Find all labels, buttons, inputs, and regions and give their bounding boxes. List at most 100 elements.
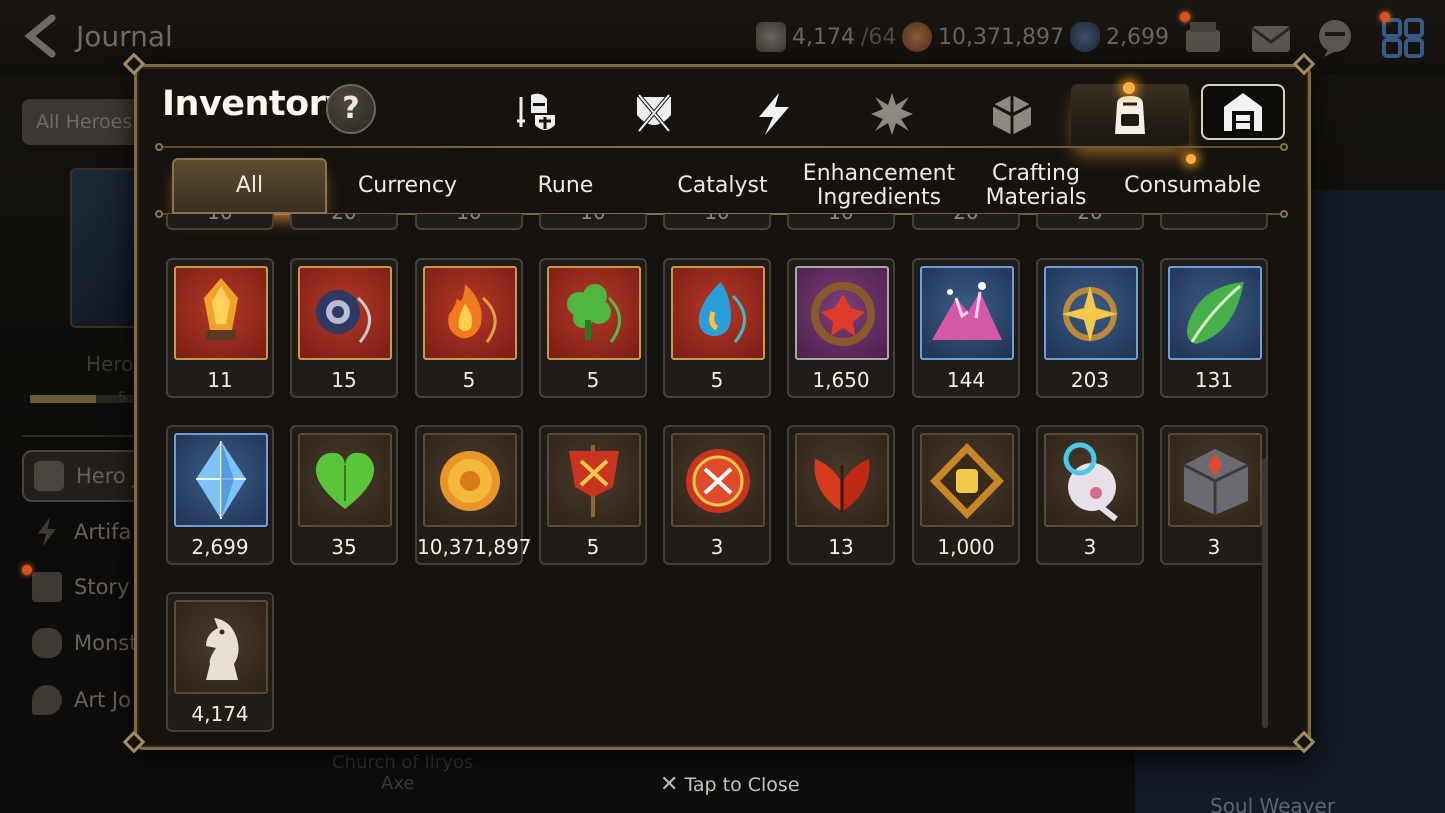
page-title: Journal bbox=[76, 20, 173, 53]
shop-notification-dot bbox=[1180, 12, 1190, 22]
red-flower-charm-icon bbox=[795, 266, 889, 360]
tab-storage[interactable] bbox=[1201, 84, 1285, 140]
subtab-all[interactable]: All bbox=[172, 158, 327, 214]
robot-pet-icon bbox=[1044, 433, 1138, 527]
item-slot[interactable]: 35 bbox=[290, 425, 398, 565]
partial-item-slot[interactable]: 10 bbox=[539, 214, 647, 230]
subtab-rune[interactable]: Rune bbox=[488, 158, 643, 214]
item-slot[interactable]: 13 bbox=[787, 425, 895, 565]
partial-item-slot[interactable] bbox=[1160, 214, 1268, 230]
item-count: 20 bbox=[292, 214, 396, 224]
chat-icon[interactable] bbox=[1314, 18, 1356, 58]
tab-materials[interactable] bbox=[970, 86, 1054, 142]
nav-art-journal[interactable]: Art Jo bbox=[22, 674, 152, 726]
church-caption: Church of Ilryos bbox=[332, 752, 474, 773]
consumable-tab-glow bbox=[1186, 154, 1196, 164]
top-bar bbox=[0, 0, 1445, 74]
item-slot[interactable]: 131 bbox=[1160, 258, 1268, 398]
menu-notification-dot bbox=[1380, 12, 1390, 22]
item-slot[interactable]: 3 bbox=[663, 425, 771, 565]
gold-currency: 10,371,897 bbox=[902, 22, 1064, 52]
horse-token-icon bbox=[756, 22, 786, 52]
item-count: 203 bbox=[1070, 368, 1110, 392]
crystal-icon bbox=[1070, 22, 1100, 52]
crate-icon bbox=[992, 95, 1032, 135]
knight-helmet-icon bbox=[517, 93, 555, 130]
partial-item-slot[interactable]: 10 bbox=[663, 214, 771, 230]
hero-label: Hero bbox=[86, 352, 134, 376]
item-count: 20 bbox=[1038, 214, 1142, 224]
item-slot[interactable]: 5 bbox=[415, 258, 523, 398]
item-count: 5 bbox=[586, 535, 600, 559]
rule-ornament bbox=[1280, 210, 1288, 218]
lightning-icon bbox=[759, 93, 789, 135]
tap-to-close-button[interactable]: ✕ Tap to Close bbox=[660, 772, 800, 797]
partial-item-slot[interactable]: 20 bbox=[290, 214, 398, 230]
shop-icon[interactable] bbox=[1182, 18, 1224, 58]
item-slot[interactable]: 3 bbox=[1160, 425, 1268, 565]
tab-artifacts[interactable] bbox=[732, 86, 816, 142]
war-banner-icon bbox=[547, 433, 641, 527]
subtab-enhancement-ingredients[interactable]: Enhancement Ingredients bbox=[800, 158, 958, 214]
item-slot[interactable]: 5 bbox=[539, 258, 647, 398]
inventory-scrollbar[interactable] bbox=[1262, 458, 1268, 728]
nav-hero-journal[interactable]: Hero J bbox=[22, 450, 152, 502]
partial-item-slot[interactable]: 20 bbox=[1036, 214, 1144, 230]
help-button[interactable]: ? bbox=[326, 84, 376, 134]
item-slot[interactable]: 4,174 bbox=[166, 592, 274, 732]
stone-chest-icon bbox=[1168, 433, 1262, 527]
item-count: 144 bbox=[946, 368, 986, 392]
nav-monster[interactable]: Monst bbox=[22, 617, 152, 669]
item-count: 10,371,897 bbox=[417, 535, 532, 559]
partial-item-slot[interactable]: 20 bbox=[912, 214, 1020, 230]
item-slot[interactable]: 15 bbox=[290, 258, 398, 398]
item-count: 3 bbox=[710, 535, 724, 559]
item-count: 35 bbox=[331, 535, 357, 559]
partial-item-slot[interactable]: 10 bbox=[415, 214, 523, 230]
subtab-crafting-materials[interactable]: Crafting Materials bbox=[960, 158, 1112, 214]
horse-token-icon bbox=[174, 600, 268, 694]
item-slot[interactable]: 3 bbox=[1036, 425, 1144, 565]
gold-coin-icon bbox=[902, 22, 932, 52]
tab-specialty[interactable] bbox=[850, 86, 934, 142]
horse-token-currency: 4,174/64 bbox=[756, 22, 896, 52]
blue-crystal-icon bbox=[174, 433, 268, 527]
soul-weaver-caption: Soul Weaver bbox=[1210, 794, 1336, 813]
hero-progress-value: 5 bbox=[118, 390, 127, 406]
item-count: 5 bbox=[710, 368, 724, 392]
all-heroes-filter[interactable]: All Heroes bbox=[22, 99, 152, 145]
item-count: 10 bbox=[417, 214, 521, 224]
item-slot[interactable]: 1,000 bbox=[912, 425, 1020, 565]
close-icon: ✕ bbox=[660, 772, 679, 797]
nav-story[interactable]: Story bbox=[22, 561, 152, 613]
item-slot[interactable]: 2,699 bbox=[166, 425, 274, 565]
tab-equipment[interactable] bbox=[612, 86, 696, 142]
star-pendant-icon bbox=[1044, 266, 1138, 360]
item-count: 5 bbox=[586, 368, 600, 392]
subtab-consumable[interactable]: Consumable bbox=[1115, 158, 1270, 214]
item-slot[interactable]: 203 bbox=[1036, 258, 1144, 398]
water-pendant-icon bbox=[671, 266, 765, 360]
partial-item-slot[interactable]: 10 bbox=[166, 214, 274, 230]
partial-item-slot[interactable]: 10 bbox=[787, 214, 895, 230]
item-slot[interactable]: 144 bbox=[912, 258, 1020, 398]
subtab-catalyst[interactable]: Catalyst bbox=[645, 158, 800, 214]
scroll-icon bbox=[32, 572, 62, 602]
panel-title: Inventory bbox=[162, 84, 348, 124]
tab-heroes[interactable] bbox=[494, 86, 578, 142]
nav-artifact[interactable]: Artifa bbox=[22, 506, 152, 558]
gold-coin-icon bbox=[423, 433, 517, 527]
item-slot[interactable]: 1,650 bbox=[787, 258, 895, 398]
item-count: 3 bbox=[1207, 535, 1221, 559]
hero-crest-icon bbox=[34, 461, 64, 491]
rule-ornament bbox=[155, 143, 163, 151]
item-slot[interactable]: 11 bbox=[166, 258, 274, 398]
subtab-currency[interactable]: Currency bbox=[330, 158, 485, 214]
item-slot[interactable]: 5 bbox=[539, 425, 647, 565]
item-slot[interactable]: 5 bbox=[663, 258, 771, 398]
item-slot[interactable]: 10,371,897 bbox=[415, 425, 532, 565]
menu-grid-icon[interactable] bbox=[1382, 18, 1424, 58]
pink-mountain-crystal-icon bbox=[920, 266, 1014, 360]
back-arrow-icon[interactable] bbox=[22, 14, 62, 58]
mail-icon[interactable] bbox=[1250, 18, 1292, 58]
